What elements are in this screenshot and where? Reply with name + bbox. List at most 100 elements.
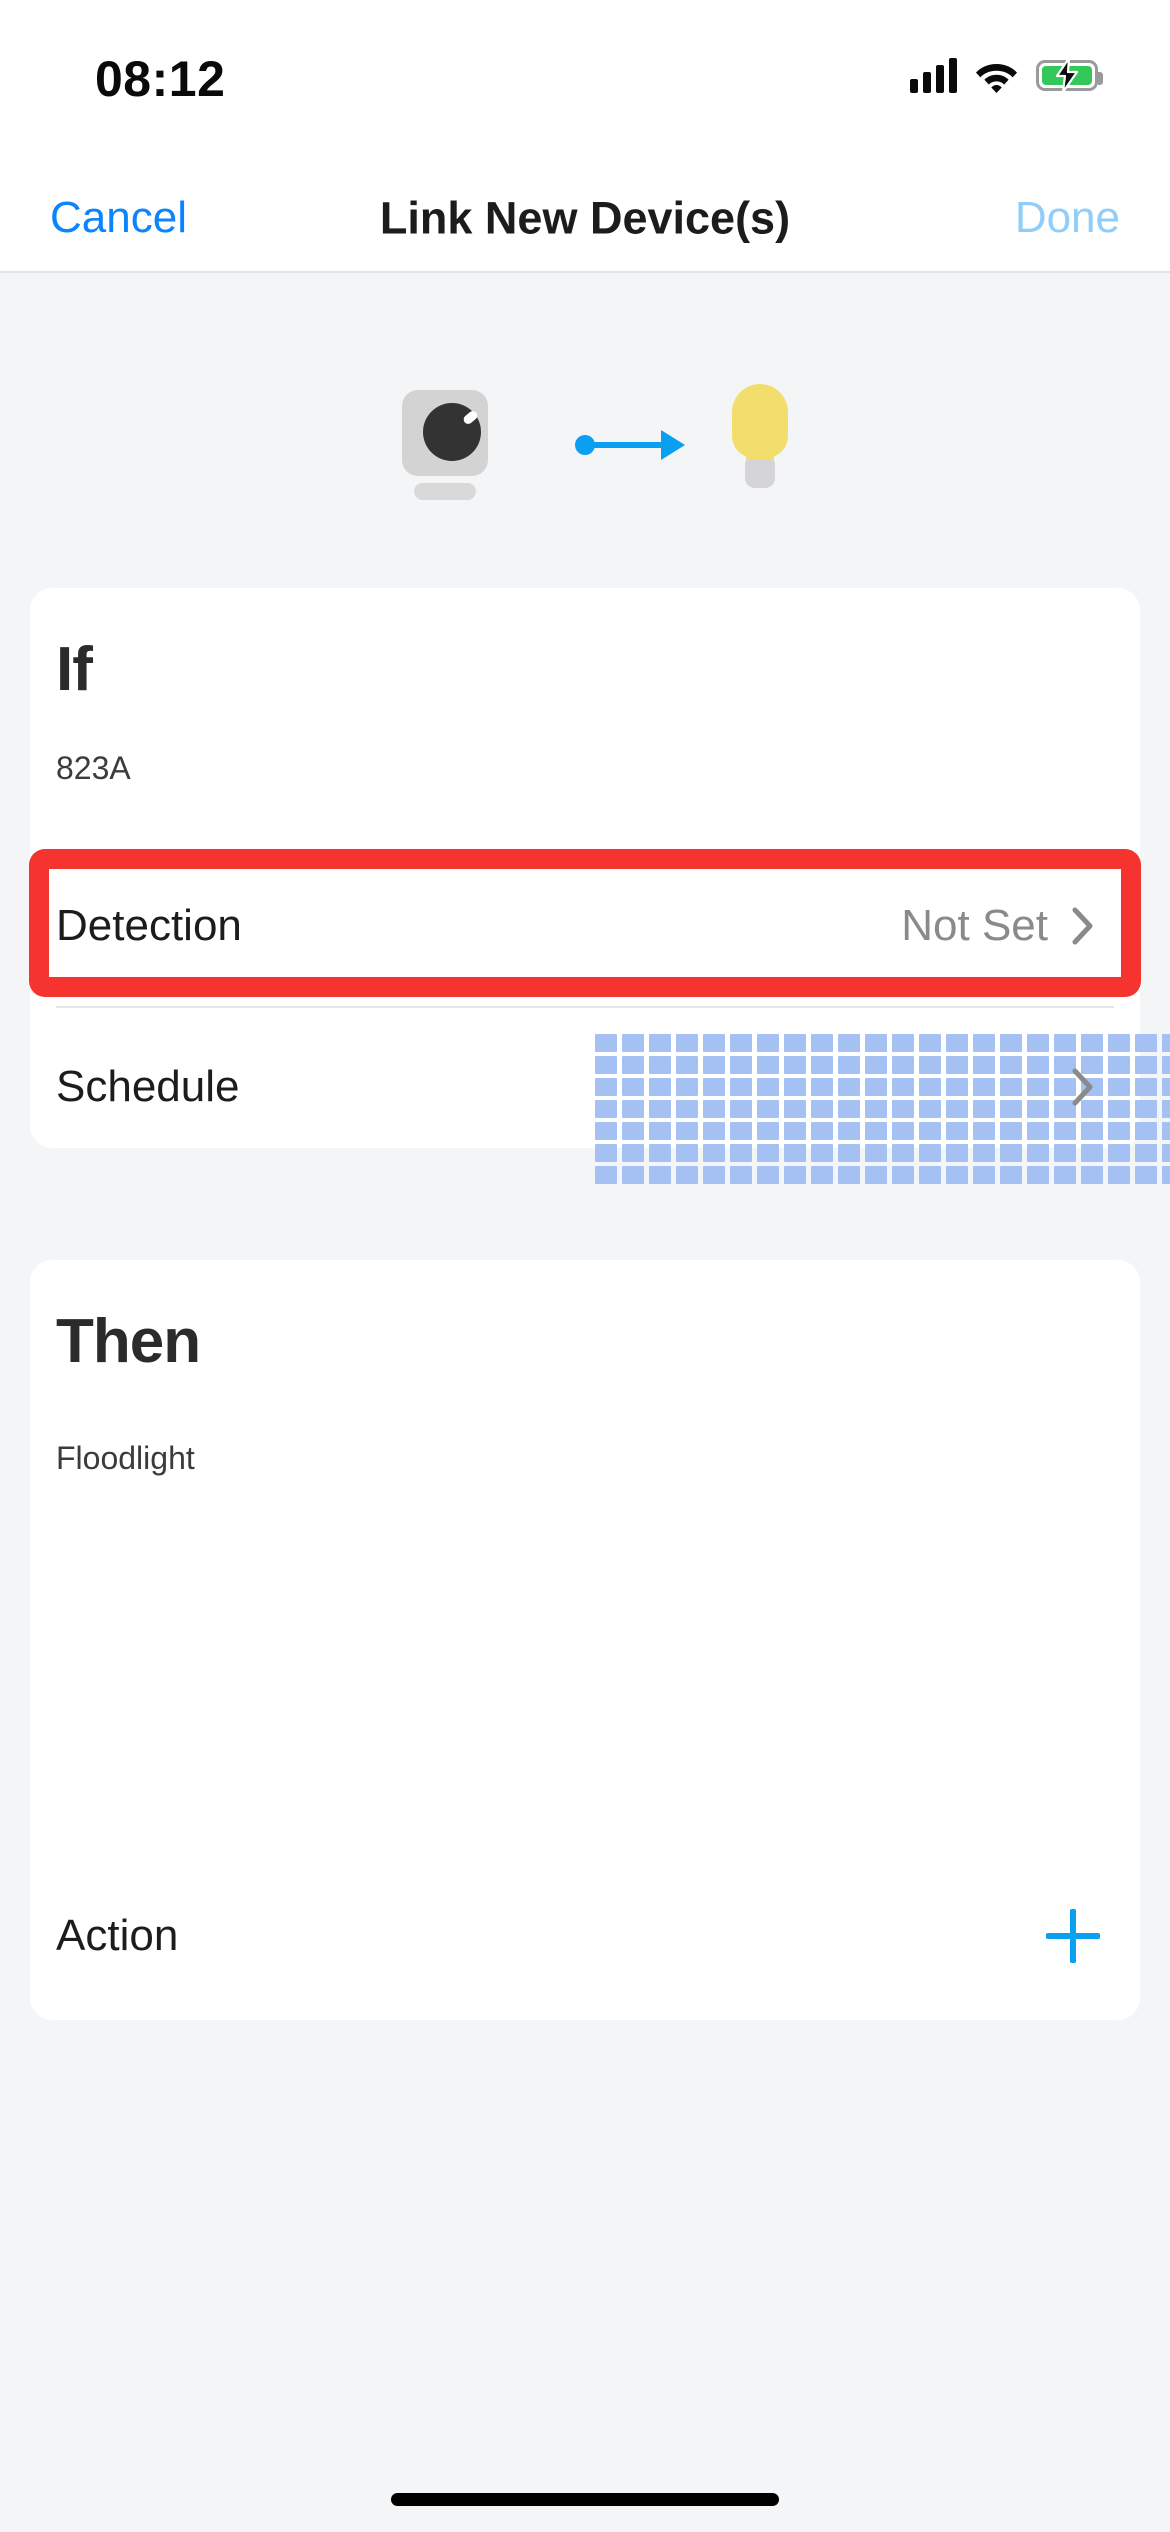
schedule-cell (1054, 1144, 1076, 1162)
schedule-cell (649, 1078, 671, 1096)
schedule-cell (1108, 1166, 1130, 1184)
schedule-cell (676, 1056, 698, 1074)
arrow-right-icon (575, 426, 685, 462)
schedule-cell (811, 1144, 833, 1162)
schedule-cell (838, 1034, 860, 1052)
row-detection-label: Detection (56, 901, 242, 950)
camera-icon (402, 390, 494, 500)
schedule-cell (892, 1166, 914, 1184)
schedule-cell (622, 1100, 644, 1118)
schedule-cell (784, 1122, 806, 1140)
status-bar-indicators (910, 50, 1103, 100)
schedule-cell (595, 1078, 617, 1096)
camera-stand (414, 483, 476, 500)
schedule-cell (1135, 1144, 1157, 1162)
arrow-head (661, 430, 685, 460)
schedule-cell (1162, 1166, 1170, 1184)
schedule-cell (892, 1034, 914, 1052)
schedule-cell (946, 1144, 968, 1162)
schedule-cell (892, 1144, 914, 1162)
schedule-cell (811, 1166, 833, 1184)
schedule-cell (1108, 1034, 1130, 1052)
schedule-cell (784, 1166, 806, 1184)
lightbulb-icon (726, 380, 794, 500)
schedule-cell (892, 1122, 914, 1140)
schedule-cell (730, 1122, 752, 1140)
row-detection[interactable]: Detection Not Set (30, 850, 1140, 1002)
schedule-cell (595, 1100, 617, 1118)
wifi-icon (974, 57, 1019, 93)
schedule-cell (919, 1056, 941, 1074)
done-button[interactable]: Done (1015, 196, 1120, 240)
row-schedule[interactable]: Schedule (30, 1008, 1170, 1184)
schedule-cell (703, 1034, 725, 1052)
schedule-cell (757, 1034, 779, 1052)
schedule-cell (730, 1078, 752, 1096)
schedule-cell (1108, 1144, 1130, 1162)
schedule-cell (595, 1122, 617, 1140)
schedule-cell (730, 1034, 752, 1052)
schedule-cell (946, 1100, 968, 1118)
schedule-cell (622, 1034, 644, 1052)
schedule-cell (1027, 1122, 1049, 1140)
plus-icon[interactable] (1046, 1909, 1100, 1963)
schedule-cell (730, 1144, 752, 1162)
schedule-cell (1162, 1100, 1170, 1118)
arrow-line (589, 442, 667, 448)
lightbulb-base (745, 460, 775, 488)
schedule-cell (730, 1166, 752, 1184)
schedule-cell (676, 1144, 698, 1162)
schedule-cell (1108, 1056, 1130, 1074)
schedule-cell (946, 1034, 968, 1052)
schedule-cell (1054, 1034, 1076, 1052)
schedule-cell (838, 1144, 860, 1162)
schedule-cell (919, 1166, 941, 1184)
schedule-cell (946, 1056, 968, 1074)
schedule-cell (649, 1144, 671, 1162)
schedule-cell (946, 1166, 968, 1184)
schedule-cell (1108, 1100, 1130, 1118)
schedule-cell (919, 1122, 941, 1140)
if-card: If 823A Detection Not Set Schedule (30, 588, 1170, 1184)
schedule-cell (892, 1100, 914, 1118)
schedule-cell (784, 1078, 806, 1096)
schedule-cell (973, 1034, 995, 1052)
schedule-cell (784, 1100, 806, 1118)
schedule-cell (757, 1100, 779, 1118)
schedule-cell (595, 1166, 617, 1184)
schedule-cell (838, 1122, 860, 1140)
device-link-graphic (0, 380, 1170, 520)
schedule-cell (1000, 1122, 1022, 1140)
schedule-cell (973, 1100, 995, 1118)
schedule-cell (811, 1056, 833, 1074)
schedule-cell (703, 1078, 725, 1096)
schedule-cell (973, 1056, 995, 1074)
if-heading: If (56, 635, 93, 704)
row-action[interactable]: Action (30, 1860, 1140, 2012)
schedule-cell (1135, 1122, 1157, 1140)
schedule-cell (865, 1034, 887, 1052)
schedule-cell (973, 1122, 995, 1140)
schedule-cell (865, 1166, 887, 1184)
battery-charging-icon (1036, 58, 1103, 92)
schedule-cell (1162, 1144, 1170, 1162)
camera-body (402, 390, 488, 476)
schedule-cell (838, 1056, 860, 1074)
schedule-cell (838, 1166, 860, 1184)
schedule-cell (919, 1034, 941, 1052)
schedule-cell (1027, 1100, 1049, 1118)
schedule-cell (973, 1078, 995, 1096)
schedule-cell (1162, 1056, 1170, 1074)
schedule-cell (811, 1078, 833, 1096)
schedule-cell (865, 1100, 887, 1118)
schedule-cell (676, 1078, 698, 1096)
schedule-grid[interactable] (595, 1034, 1170, 1184)
then-card: Then Floodlight Action (30, 1260, 1140, 2020)
home-indicator[interactable] (391, 2493, 779, 2506)
schedule-cell (622, 1056, 644, 1074)
schedule-cell (1000, 1034, 1022, 1052)
schedule-cell (730, 1056, 752, 1074)
status-bar-time: 08:12 (95, 51, 226, 107)
schedule-cell (784, 1034, 806, 1052)
schedule-cell (676, 1166, 698, 1184)
